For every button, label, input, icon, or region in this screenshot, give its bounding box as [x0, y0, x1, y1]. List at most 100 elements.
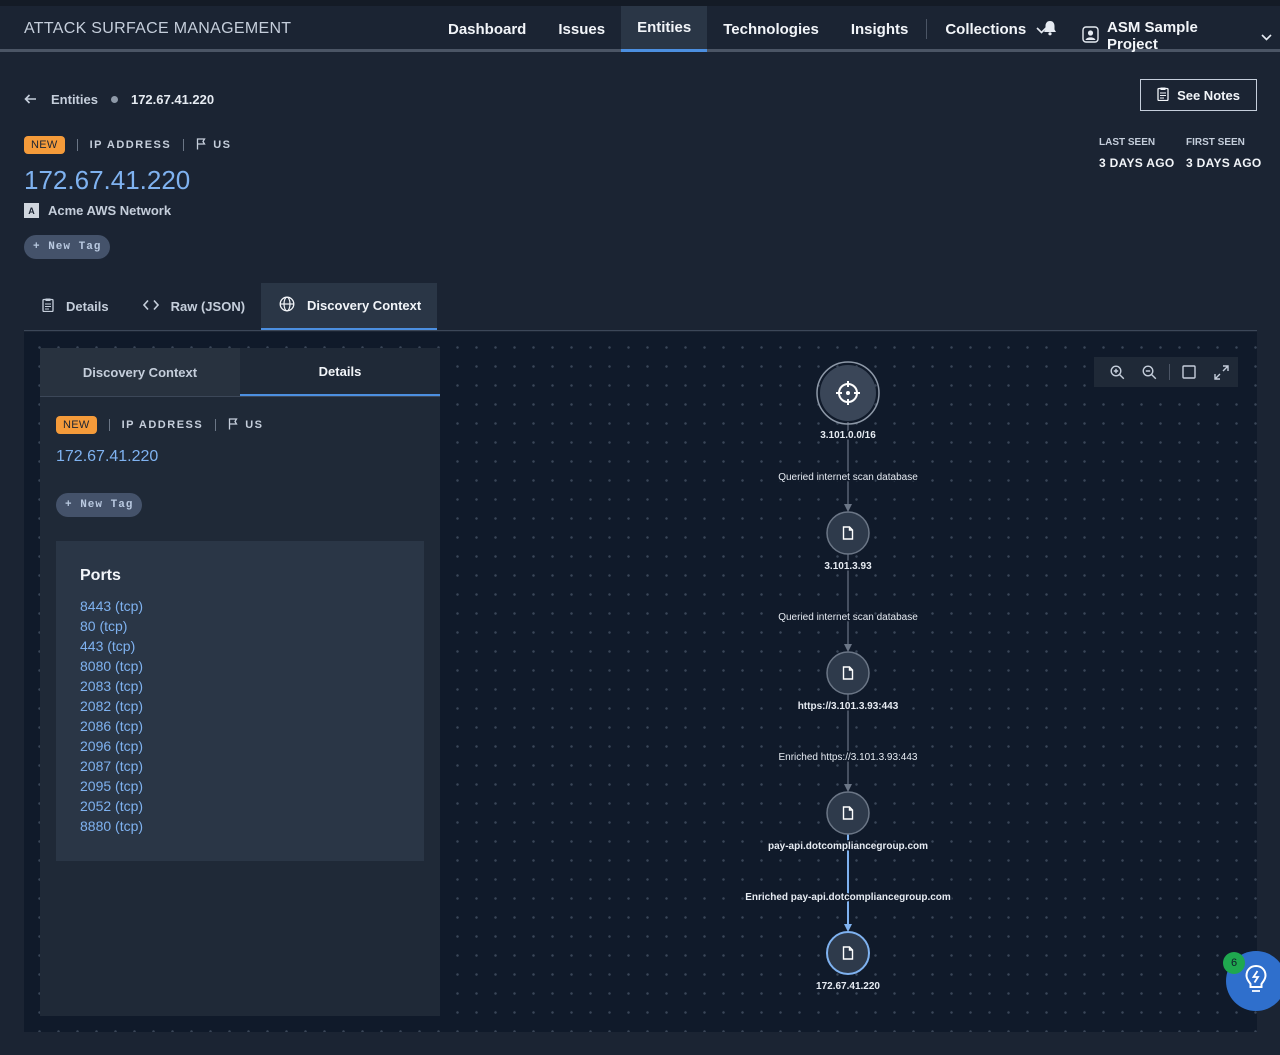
side-panel-tabs: Discovery Context Details — [40, 348, 440, 397]
project-name: ASM Sample Project — [1107, 19, 1198, 53]
tab-discovery-context-label: Discovery Context — [307, 298, 422, 313]
graph-edge-label: Enriched https://3.101.3.93:443 — [779, 752, 918, 763]
tab-details-label: Details — [66, 299, 109, 314]
project-icon — [1082, 25, 1107, 47]
last-seen: LAST SEEN 3 DAYS AGO — [1099, 137, 1174, 170]
graph-edge-label: Queried internet scan database — [778, 472, 918, 483]
flag-icon — [196, 137, 206, 153]
tab-raw-json[interactable]: Raw (JSON) — [125, 283, 261, 330]
entity-meta-row: NEW IP ADDRESS US — [24, 136, 232, 154]
network-label[interactable]: A Acme AWS Network — [24, 203, 171, 218]
brand-title: ATTACK SURFACE MANAGEMENT — [24, 20, 292, 37]
discovery-graph: Queried internet scan database Queried in… — [440, 332, 1257, 1032]
zoom-out-icon[interactable] — [1134, 357, 1167, 387]
first-seen-label: FIRST SEEN — [1186, 137, 1245, 148]
nav-dashboard[interactable]: Dashboard — [432, 6, 542, 52]
bell-icon[interactable] — [1043, 20, 1057, 41]
meta-divider — [108, 419, 110, 431]
network-name: Acme AWS Network — [48, 203, 172, 218]
breadcrumb-entities-link[interactable]: Entities — [51, 92, 98, 107]
entity-country: US — [245, 419, 264, 431]
tab-discovery-context[interactable]: Discovery Context — [261, 283, 438, 330]
graph-node-label: pay-api.dotcompliancegroup.com — [768, 841, 928, 852]
meta-divider — [76, 139, 78, 151]
graph-node-label: 3.101.0.0/16 — [820, 430, 876, 441]
port-item[interactable]: 2082 (tcp) — [80, 696, 400, 716]
last-seen-label: LAST SEEN — [1099, 137, 1156, 148]
new-tag-button[interactable]: + New Tag — [24, 235, 111, 259]
entity-type: IP ADDRESS — [89, 139, 172, 151]
port-item[interactable]: 8443 (tcp) — [80, 596, 400, 616]
code-icon — [142, 299, 171, 314]
lightbulb-icon — [1242, 963, 1270, 1000]
status-badge: NEW — [56, 416, 97, 434]
port-item[interactable]: 80 (tcp) — [80, 616, 400, 636]
port-item[interactable]: 2086 (tcp) — [80, 716, 400, 736]
side-meta-row: NEW IP ADDRESS US — [56, 416, 264, 434]
last-seen-value: 3 DAYS AGO — [1099, 156, 1175, 170]
entity-type: IP ADDRESS — [121, 419, 204, 431]
fit-view-icon[interactable] — [1173, 357, 1206, 387]
side-ip-link[interactable]: 172.67.41.220 — [56, 448, 158, 466]
port-item[interactable]: 2083 (tcp) — [80, 676, 400, 696]
main-nav: Dashboard Issues Entities Technologies I… — [432, 6, 1063, 52]
breadcrumb-current: 172.67.41.220 — [130, 92, 215, 107]
globe-icon — [279, 296, 307, 315]
graph-node[interactable] — [826, 651, 870, 695]
graph-edge-arrow — [844, 504, 852, 512]
notes-icon — [1157, 87, 1177, 104]
notification-count-badge: 6 — [1223, 952, 1245, 974]
nav-divider — [926, 19, 928, 39]
graph-node-label: 3.101.3.93 — [824, 561, 872, 572]
graph-edge-arrow — [844, 644, 852, 652]
chevron-down-icon — [1261, 28, 1280, 45]
side-tab-details[interactable]: Details — [240, 348, 440, 396]
tab-details[interactable]: Details — [24, 283, 125, 330]
graph-node-label: https://3.101.3.93:443 — [798, 701, 899, 712]
nav-insights[interactable]: Insights — [835, 6, 925, 52]
port-item[interactable]: 8880 (tcp) — [80, 816, 400, 836]
graph-edge-arrow — [844, 924, 852, 932]
first-seen-value: 3 DAYS AGO — [1186, 156, 1262, 170]
port-item[interactable]: 2052 (tcp) — [80, 796, 400, 816]
port-item[interactable]: 2095 (tcp) — [80, 776, 400, 796]
nav-issues[interactable]: Issues — [542, 6, 621, 52]
port-item[interactable]: 8080 (tcp) — [80, 656, 400, 676]
graph-edge-label: Queried internet scan database — [778, 612, 918, 623]
nav-collections-label: Collections — [945, 20, 1027, 38]
meta-divider — [215, 419, 217, 431]
nav-entities[interactable]: Entities — [621, 6, 708, 52]
port-item[interactable]: 2087 (tcp) — [80, 756, 400, 776]
nav-technologies[interactable]: Technologies — [707, 6, 835, 52]
tab-raw-json-label: Raw (JSON) — [170, 299, 246, 314]
meta-divider — [183, 139, 185, 151]
port-item[interactable]: 443 (tcp) — [80, 636, 400, 656]
top-header: ATTACK SURFACE MANAGEMENT Dashboard Issu… — [0, 6, 1280, 53]
side-new-tag-button[interactable]: + New Tag — [56, 493, 143, 517]
graph-node[interactable] — [826, 511, 870, 555]
fullscreen-icon[interactable] — [1206, 357, 1239, 387]
graph-toolbar — [1094, 357, 1238, 387]
ports-card: Ports 8443 (tcp) 80 (tcp) 443 (tcp) 8080 (t… — [56, 541, 424, 861]
graph-node[interactable] — [816, 361, 880, 425]
graph-edge-label: Enriched pay-api.dotcompliancegroup.com — [745, 892, 951, 903]
ports-list: 8443 (tcp) 80 (tcp) 443 (tcp) 8080 (tcp) 208… — [80, 596, 400, 836]
flag-icon — [228, 417, 238, 433]
breadcrumb-separator — [110, 96, 118, 103]
graph-node[interactable] — [826, 931, 870, 975]
ports-title: Ports — [80, 567, 121, 584]
toolbar-divider — [1169, 364, 1170, 380]
status-badge: NEW — [24, 136, 65, 154]
port-item[interactable]: 2096 (tcp) — [80, 736, 400, 756]
page-title: 172.67.41.220 — [24, 165, 191, 195]
see-notes-button[interactable]: See Notes — [1140, 79, 1257, 111]
graph-node[interactable] — [826, 791, 870, 835]
side-tab-discovery-context[interactable]: Discovery Context — [40, 348, 240, 396]
breadcrumb: Entities 172.67.41.220 — [24, 92, 214, 107]
network-avatar: A — [24, 203, 39, 218]
zoom-in-icon[interactable] — [1101, 357, 1134, 387]
see-notes-label: See Notes — [1177, 87, 1240, 103]
back-arrow-icon[interactable] — [24, 92, 37, 107]
entity-country: US — [213, 139, 232, 151]
project-selector[interactable]: ASM Sample Project — [1082, 19, 1280, 53]
